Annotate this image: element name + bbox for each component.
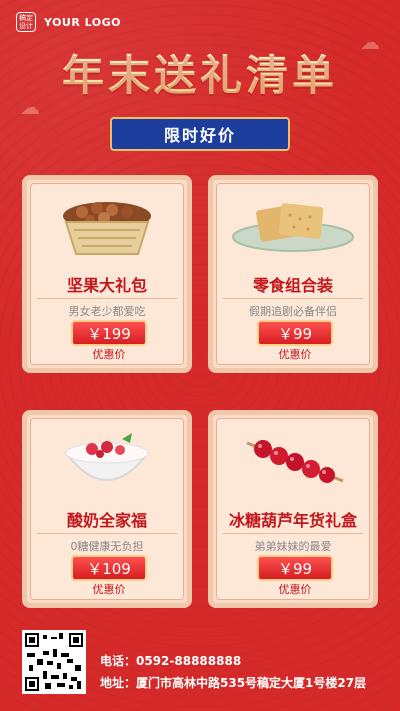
price-button[interactable]: ￥99 xyxy=(257,555,333,581)
product-desc: 假期追剧必备伴侣 xyxy=(223,298,363,319)
product-card-yogurt[interactable]: 酸奶全家福 0糖健康无负担 ￥109 优惠价 xyxy=(22,410,192,608)
qr-code-icon[interactable] xyxy=(22,630,86,694)
product-card-nuts[interactable]: 坚果大礼包 男女老少都爱吃 ￥199 优惠价 xyxy=(22,175,192,373)
phone-text: 电话：0592-88888888 xyxy=(100,654,242,668)
price-button[interactable]: ￥199 xyxy=(71,320,147,346)
logo-text: YOUR LOGO xyxy=(44,15,122,29)
product-desc: 弟弟妹妹的最爱 xyxy=(223,533,363,554)
price-label: 优惠价 xyxy=(278,583,312,596)
address-text: 地址：厦门市高林中路535号稿定大厦1号楼27层 xyxy=(100,676,367,690)
candied-haws-icon xyxy=(213,427,373,497)
product-name: 坚果大礼包 xyxy=(66,276,147,295)
yogurt-bowl-icon xyxy=(27,427,187,497)
product-name: 酸奶全家福 xyxy=(66,511,147,530)
product-desc: 0糖健康无负担 xyxy=(37,533,177,554)
nuts-basket-icon xyxy=(27,192,187,262)
product-name: 零食组合装 xyxy=(252,276,333,295)
product-desc: 男女老少都爱吃 xyxy=(37,298,177,319)
product-card-candied-haws[interactable]: 冰糖葫芦年货礼盒 弟弟妹妹的最爱 ￥99 优惠价 xyxy=(208,410,378,608)
product-card-snacks[interactable]: 零食组合装 假期追剧必备伴侣 ￥99 优惠价 xyxy=(208,175,378,373)
price-button[interactable]: ￥99 xyxy=(257,320,333,346)
contact-info: 电话：0592-88888888 地址：厦门市高林中路535号稿定大厦1号楼27… xyxy=(100,650,366,694)
price-label: 优惠价 xyxy=(278,348,312,361)
price-button[interactable]: ￥109 xyxy=(71,555,147,581)
price-label: 优惠价 xyxy=(92,348,126,361)
logo: 稿定设计 YOUR LOGO xyxy=(16,12,121,32)
page-title: 年末送礼清单 xyxy=(0,42,400,103)
logo-badge: 稿定设计 xyxy=(16,12,36,32)
product-name: 冰糖葫芦年货礼盒 xyxy=(228,511,357,530)
crackers-plate-icon xyxy=(213,192,373,262)
subtitle-banner: 限时好价 xyxy=(110,117,290,151)
footer: 电话：0592-88888888 地址：厦门市高林中路535号稿定大厦1号楼27… xyxy=(0,620,400,711)
subtitle-label: 限时好价 xyxy=(110,117,290,151)
price-label: 优惠价 xyxy=(92,583,126,596)
poster: 稿定设计 YOUR LOGO ☁ ☁ 年末送礼清单 限时好价 坚果大礼包 男女老… xyxy=(0,0,400,711)
